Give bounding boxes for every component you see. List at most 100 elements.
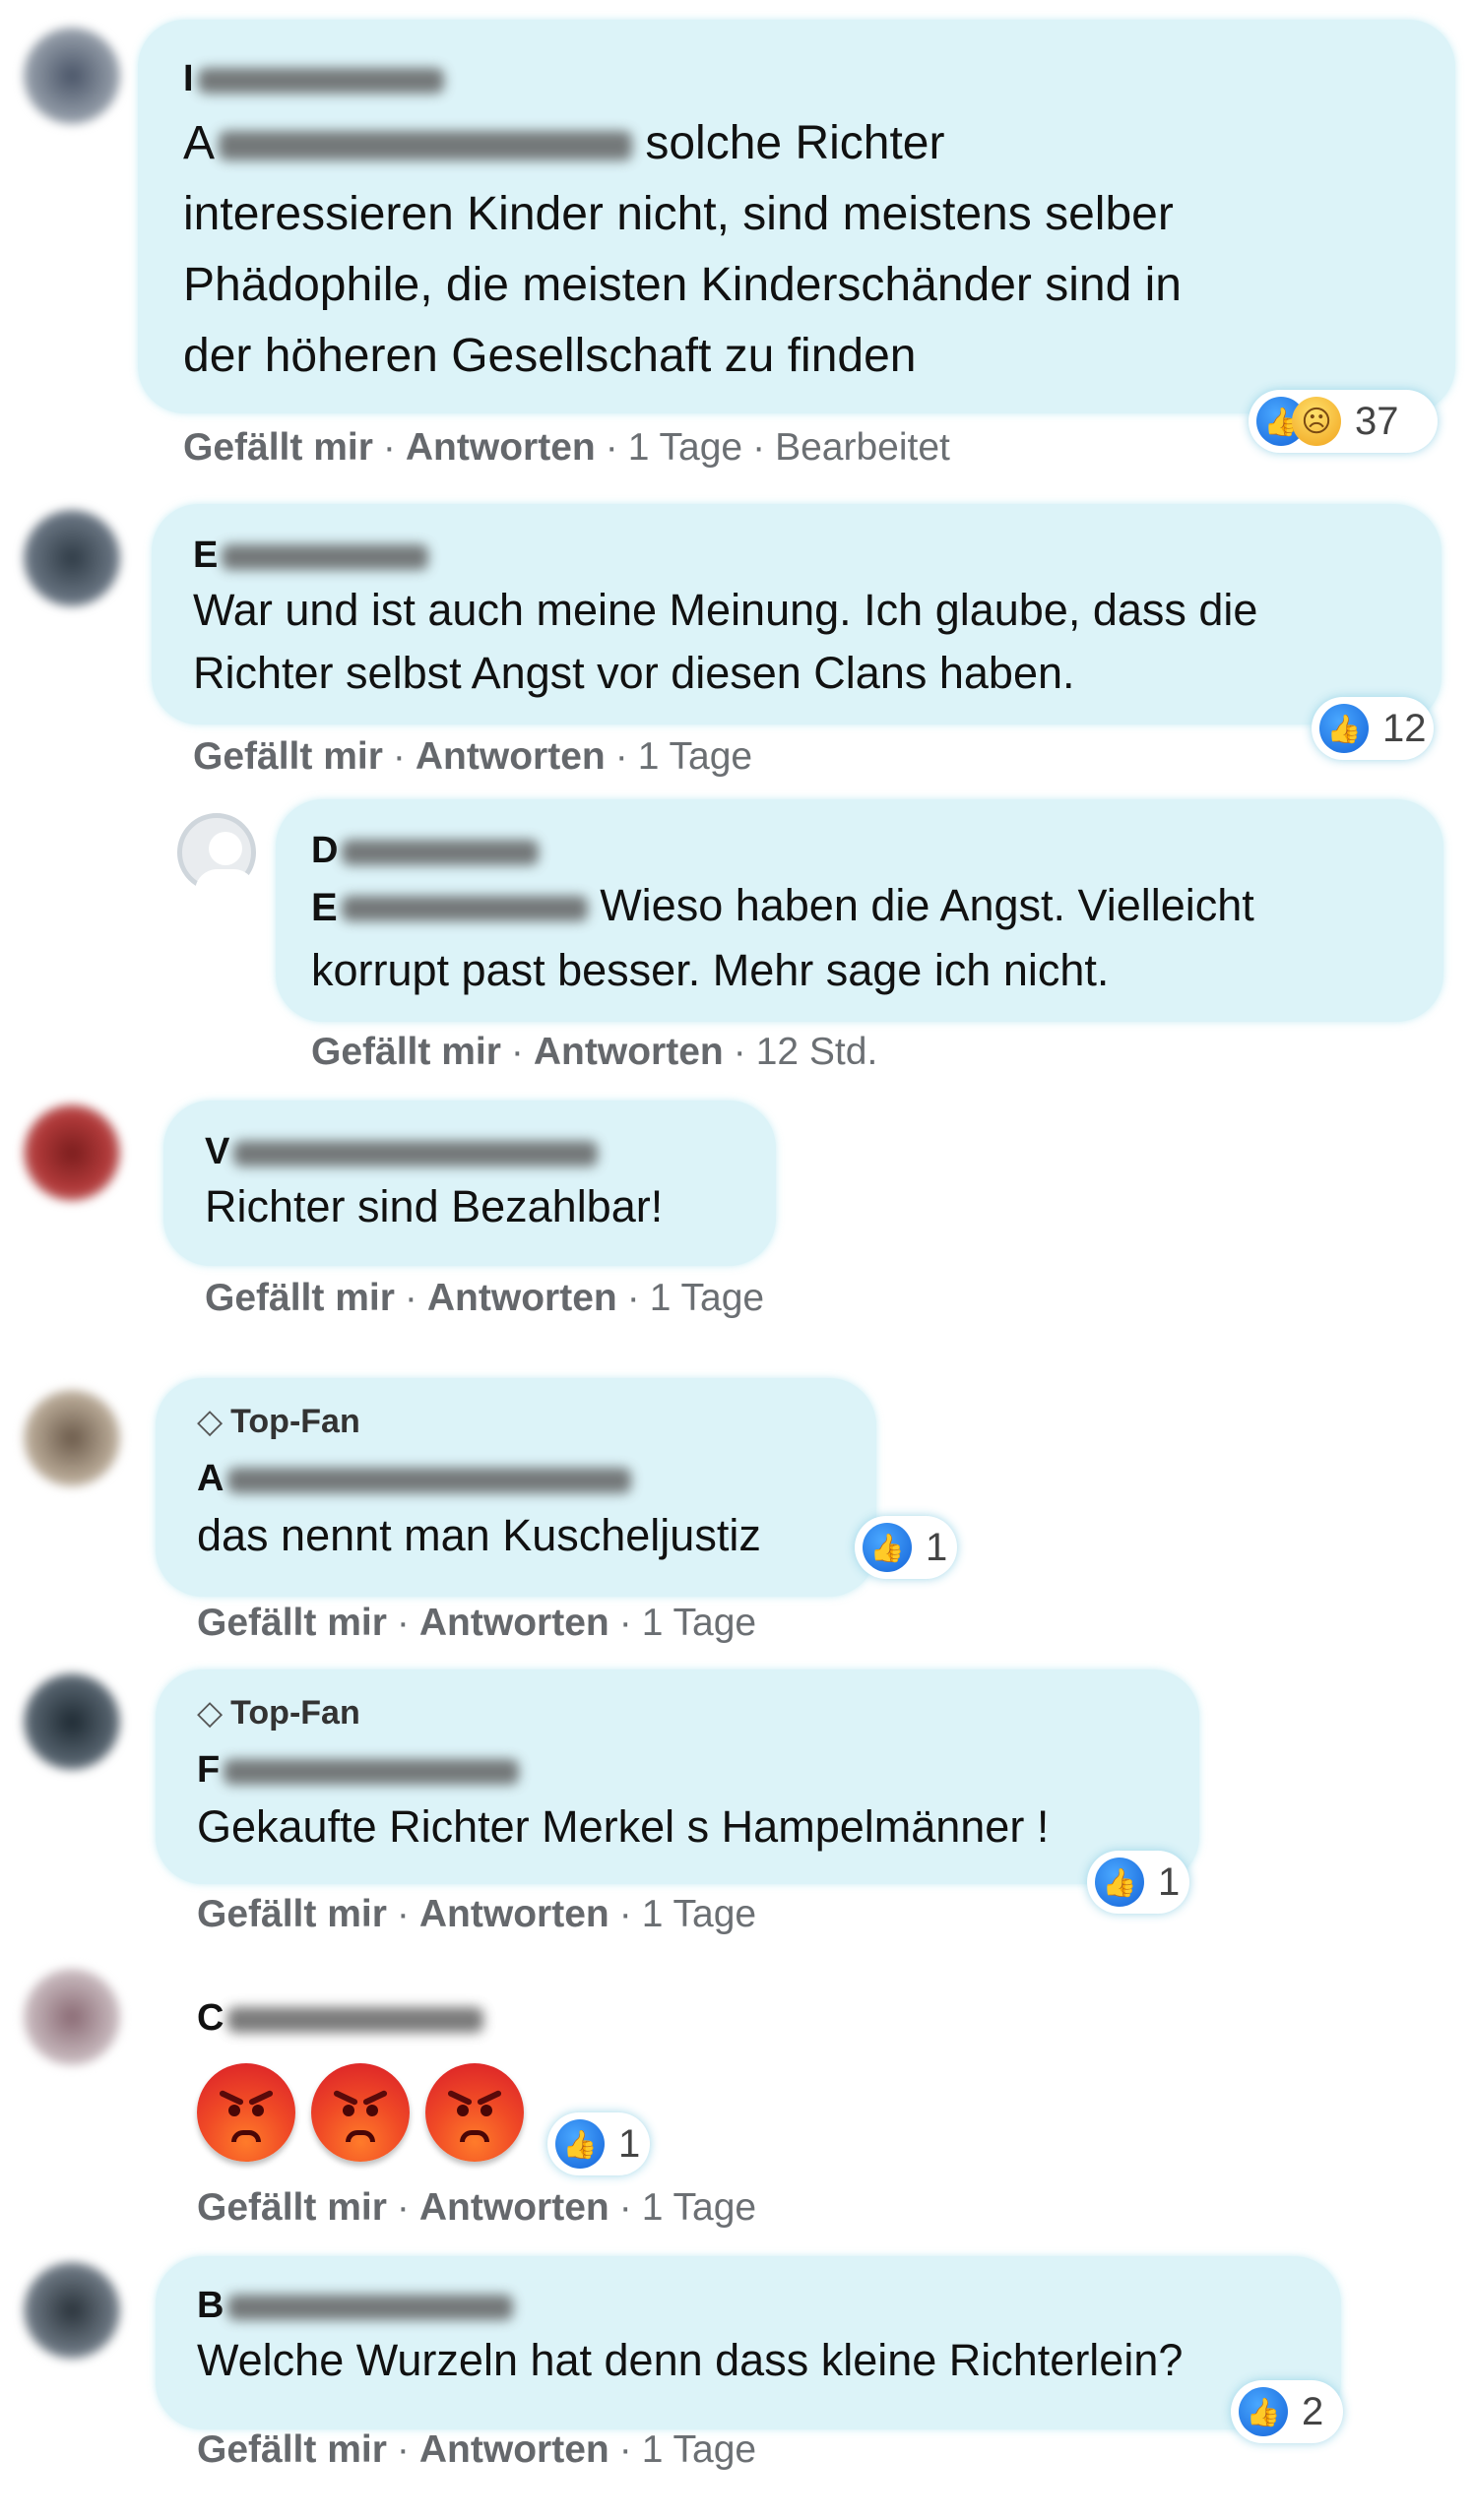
mention-text[interactable]: A [183,117,215,169]
comment-line: korrupt past besser. Mehr sage ich nicht… [311,945,1110,995]
reaction-count: 1 [618,2121,641,2166]
comment-line: Gekaufte Richter Merkel s Hampelmänner ! [197,1801,1050,1852]
reaction-badge[interactable]: 👍 1 [547,2112,650,2175]
comment-line: das nennt man Kuscheljustiz [197,1510,761,1560]
comment-line: Richter selbst Angst vor diesen Clans ha… [193,648,1075,698]
author-name-text: E [193,535,219,576]
author-name-text: A [197,1458,224,1499]
reaction-badge[interactable]: 👍 1 [1087,1851,1189,1914]
reply-button[interactable]: Antworten [534,1031,724,1073]
comment-text: Welche Wurzeln hat denn dass kleine Rich… [197,2329,1329,2392]
angry-face-icon [311,2063,410,2162]
author-name-text: F [197,1749,221,1791]
like-button[interactable]: Gefällt mir [205,1277,395,1319]
comment-line: Welche Wurzeln hat denn dass kleine Rich… [197,2335,1184,2385]
timestamp[interactable]: 1 Tage [650,1277,764,1319]
like-button[interactable]: Gefällt mir [311,1031,501,1073]
avatar[interactable] [24,2262,120,2359]
reply-button[interactable]: Antworten [419,2186,609,2229]
reaction-count: 1 [1158,1859,1181,1904]
comment-author[interactable]: V [205,1130,599,1173]
comment-actions: Gefällt mir · Antworten · 1 Tage [197,2186,757,2229]
like-button[interactable]: Gefällt mir [197,2428,387,2471]
redacted-name [197,67,444,94]
reply-button[interactable]: Antworten [416,735,606,778]
comment-actions: Gefällt mir · Antworten · 1 Tage [197,2428,757,2471]
like-button[interactable]: Gefällt mir [197,1602,387,1644]
redacted-name [227,2006,484,2033]
author-name-text: B [197,2285,224,2326]
comment-line: Richter sind Bezahlbar! [205,1181,664,1231]
redacted-name [227,2294,514,2320]
diamond-icon: ◇ [197,1694,224,1732]
redacted-mention [341,896,588,922]
comment-line: solche Richter [645,117,945,169]
avatar[interactable] [24,1673,120,1770]
avatar[interactable] [24,28,120,124]
reply-button[interactable]: Antworten [419,1602,609,1644]
edited-label: Bearbeitet [775,426,950,469]
diamond-icon: ◇ [197,1403,224,1440]
like-button[interactable]: Gefällt mir [197,1893,387,1935]
timestamp[interactable]: 1 Tage [642,2186,756,2229]
timestamp[interactable]: 1 Tage [642,2428,756,2471]
timestamp[interactable]: 12 Std. [756,1031,878,1073]
redacted-mention [219,131,633,161]
comment-author[interactable]: A [197,1457,632,1500]
redacted-name [224,1758,520,1785]
like-button[interactable]: Gefällt mir [193,735,383,778]
redacted-name [342,839,540,865]
avatar[interactable] [24,510,120,606]
reaction-badge[interactable]: 👍 1 [855,1516,957,1579]
reply-button[interactable]: Antworten [427,1277,617,1319]
comment-author[interactable]: I [183,57,444,100]
comment-line: der höheren Gesellschaft zu finden [183,330,917,382]
comment-text: E Wieso haben die Angst. Vielleicht korr… [311,874,1424,1002]
timestamp[interactable]: 1 Tage [638,735,752,778]
comment-text: Gekaufte Richter Merkel s Hampelmänner ! [197,1796,1182,1858]
angry-face-icon [425,2063,524,2162]
top-fan-label: Top-Fan [230,1694,360,1732]
mention-text[interactable]: E [311,886,338,929]
avatar[interactable] [24,1390,120,1486]
timestamp[interactable]: 1 Tage [642,1893,756,1935]
reply-button[interactable]: Antworten [419,1893,609,1935]
avatar[interactable] [24,1104,120,1201]
reaction-badge[interactable]: 👍 12 [1312,697,1434,760]
comment-author[interactable]: E [193,534,429,577]
avatar[interactable] [24,1969,120,2065]
top-fan-label: Top-Fan [230,1403,360,1440]
comment-author[interactable]: D [311,829,540,872]
comment-line: War und ist auch meine Meinung. Ich glau… [193,585,1258,635]
comment-actions: Gefällt mir · Antworten · 1 Tage [193,735,753,778]
author-name-text: C [197,1997,224,2039]
like-button[interactable]: Gefällt mir [197,2186,387,2229]
comment-author[interactable]: C [197,1996,484,2040]
comment-author[interactable]: B [197,2284,514,2327]
like-button[interactable]: Gefällt mir [183,426,373,469]
reaction-badge[interactable]: 👍 ☹ 37 [1249,390,1438,453]
reaction-badge[interactable]: 👍 2 [1231,2380,1343,2443]
comment-text: War und ist auch meine Meinung. Ich glau… [193,579,1424,705]
reaction-count: 12 [1382,706,1427,750]
like-icon: 👍 [1095,1858,1144,1907]
reply-button[interactable]: Antworten [406,426,596,469]
author-name-text: D [311,830,339,871]
comment-text: Richter sind Bezahlbar! [205,1175,756,1238]
comment-actions: Gefällt mir · Antworten · 1 Tage · Bearbeitet [183,426,950,469]
timestamp[interactable]: 1 Tage [642,1602,756,1644]
comment-actions: Gefällt mir · Antworten · 1 Tage [197,1602,757,1644]
like-icon: 👍 [1239,2387,1288,2436]
comment-line: Phädophile, die meisten Kinderschänder s… [183,259,1182,311]
comment-author[interactable]: F [197,1748,520,1792]
reply-button[interactable]: Antworten [419,2428,609,2471]
timestamp[interactable]: 1 Tage [628,426,742,469]
default-avatar-icon[interactable] [177,813,256,899]
reaction-count: 1 [926,1525,948,1569]
comment-text: A solche Richter interessieren Kinder ni… [183,108,1424,392]
reaction-count: 2 [1302,2389,1324,2433]
redacted-name [227,1467,632,1493]
comment-actions: Gefällt mir · Antworten · 1 Tage [197,1893,757,1935]
comment-text: das nennt man Kuscheljustiz [197,1504,866,1567]
comment-line: interessieren Kinder nicht, sind meisten… [183,188,1174,240]
